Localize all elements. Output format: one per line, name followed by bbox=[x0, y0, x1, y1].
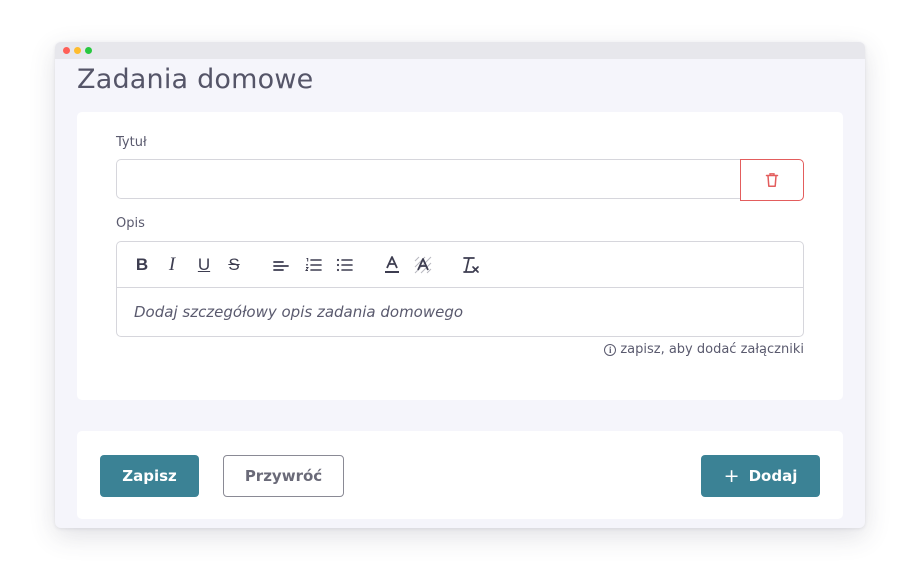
italic-button[interactable]: I bbox=[161, 254, 183, 276]
underline-button[interactable]: U bbox=[193, 254, 215, 276]
background-color-button[interactable] bbox=[412, 254, 434, 276]
window-titlebar bbox=[55, 42, 865, 59]
align-left-icon bbox=[273, 261, 289, 271]
attachments-hint: i zapisz, aby dodać załączniki bbox=[604, 342, 804, 357]
editor-toolbar: B I U S bbox=[117, 242, 803, 288]
bullet-list-button[interactable] bbox=[333, 254, 355, 276]
description-label: Opis bbox=[116, 216, 145, 231]
delete-button[interactable] bbox=[740, 159, 804, 201]
minimize-window-button[interactable] bbox=[74, 47, 81, 54]
save-button[interactable]: Zapisz bbox=[100, 455, 199, 497]
add-button[interactable]: + Dodaj bbox=[701, 455, 820, 497]
background-color-icon bbox=[414, 256, 432, 274]
ordered-list-icon bbox=[304, 258, 322, 271]
maximize-window-button[interactable] bbox=[85, 47, 92, 54]
actions-card: Zapisz Przywróć + Dodaj bbox=[77, 431, 843, 519]
page-title: Zadania domowe bbox=[77, 64, 314, 95]
description-editor: B I U S Dodaj szczegółowy opis zadania d… bbox=[116, 241, 804, 337]
text-color-icon bbox=[385, 256, 399, 273]
bullet-list-icon bbox=[336, 258, 353, 272]
attachments-hint-text: zapisz, aby dodać załączniki bbox=[620, 342, 804, 357]
add-button-label: Dodaj bbox=[748, 467, 798, 485]
app-window: Zadania domowe Tytuł Opis B I U S Dodaj … bbox=[55, 42, 865, 528]
close-window-button[interactable] bbox=[63, 47, 70, 54]
homework-form-card: Tytuł Opis B I U S Dodaj szczegółowy opi… bbox=[77, 112, 843, 400]
description-placeholder[interactable]: Dodaj szczegółowy opis zadania domowego bbox=[134, 303, 463, 321]
plus-icon: + bbox=[723, 465, 740, 487]
clear-format-icon bbox=[463, 257, 479, 273]
bold-button[interactable]: B bbox=[131, 254, 153, 276]
strikethrough-button[interactable]: S bbox=[223, 254, 245, 276]
ordered-list-button[interactable] bbox=[302, 254, 324, 276]
align-left-button[interactable] bbox=[270, 254, 292, 276]
text-color-button[interactable] bbox=[381, 254, 403, 276]
clear-format-button[interactable] bbox=[460, 254, 482, 276]
info-icon: i bbox=[604, 343, 617, 356]
title-input[interactable] bbox=[116, 159, 741, 199]
title-label: Tytuł bbox=[116, 135, 147, 150]
trash-icon bbox=[765, 173, 779, 187]
restore-button[interactable]: Przywróć bbox=[223, 455, 344, 497]
